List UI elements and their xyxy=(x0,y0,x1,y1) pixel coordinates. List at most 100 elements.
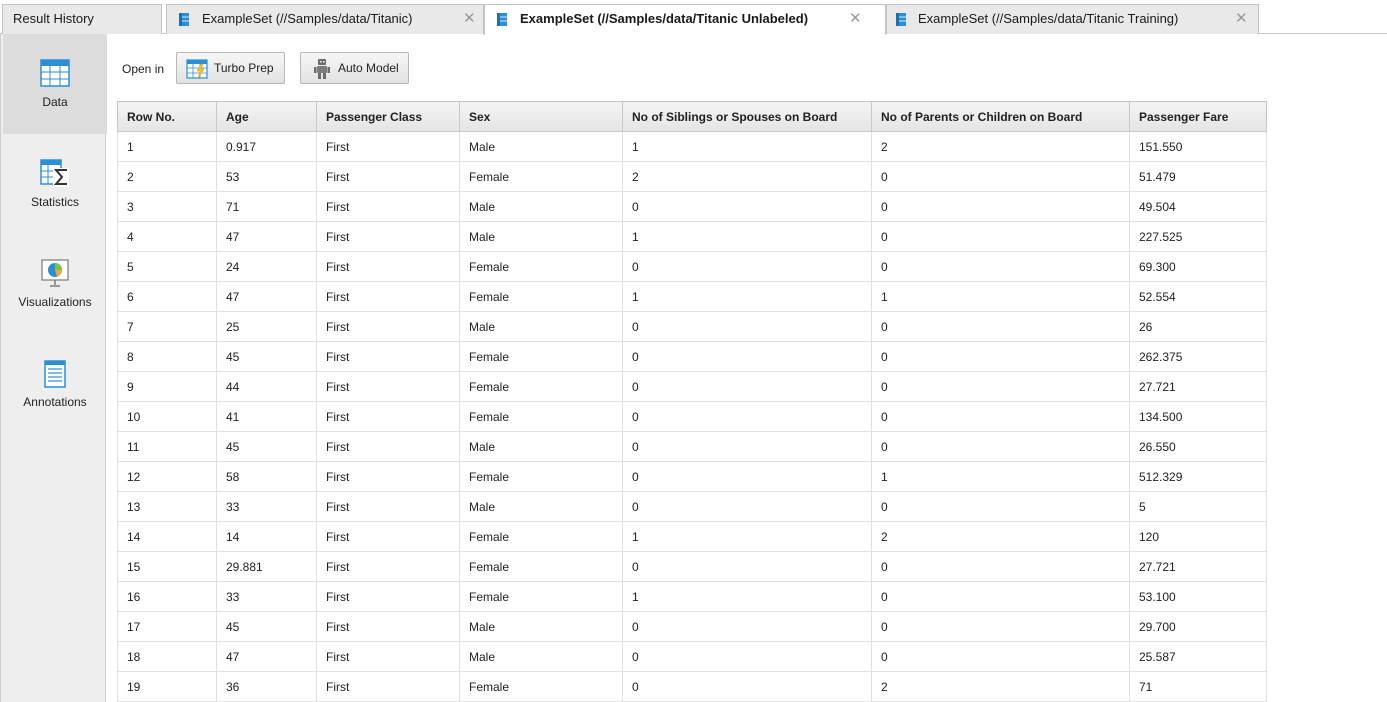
table-row[interactable]: 5 24 First Female 0 0 69.300 xyxy=(117,251,1267,282)
table-cell-parents-children: 0 xyxy=(871,641,1130,672)
column-header-siblings-spouses[interactable]: No of Siblings or Spouses on Board xyxy=(622,101,872,132)
table-cell-passenger-fare: 49.504 xyxy=(1129,191,1267,222)
table-cell-passenger-class: First xyxy=(316,431,460,462)
table-cell-parents-children: 0 xyxy=(871,371,1130,402)
table-cell-row-no: 11 xyxy=(117,431,217,462)
table-cell-passenger-class: First xyxy=(316,491,460,522)
tab-label: Result History xyxy=(13,11,94,26)
table-row[interactable]: 11 45 First Male 0 0 26.550 xyxy=(117,431,1267,462)
table-cell-sex: Female xyxy=(459,371,623,402)
column-header-row-no[interactable]: Row No. xyxy=(117,101,217,132)
table-cell-sex: Male xyxy=(459,491,623,522)
column-header-age[interactable]: Age xyxy=(216,101,317,132)
table-cell-passenger-fare: 27.721 xyxy=(1129,371,1267,402)
table-cell-sex: Male xyxy=(459,191,623,222)
table-cell-parents-children: 1 xyxy=(871,461,1130,492)
robot-icon xyxy=(314,59,330,79)
table-cell-row-no: 3 xyxy=(117,191,217,222)
table-cell-row-no: 14 xyxy=(117,521,217,552)
table-cell-parents-children: 0 xyxy=(871,311,1130,342)
table-row[interactable]: 10 41 First Female 0 0 134.500 xyxy=(117,401,1267,432)
column-header-passenger-fare[interactable]: Passenger Fare xyxy=(1129,101,1267,132)
table-cell-passenger-fare: 26 xyxy=(1129,311,1267,342)
table-cell-age: 33 xyxy=(216,491,317,522)
table-cell-age: 58 xyxy=(216,461,317,492)
table-cell-sex: Male xyxy=(459,131,623,162)
table-cell-sex: Male xyxy=(459,611,623,642)
table-row[interactable]: 1 0.917 First Male 1 2 151.550 xyxy=(117,131,1267,162)
tab-exampleset-titanic[interactable]: ExampleSet (//Samples/data/Titanic) ✕ xyxy=(166,4,484,34)
sidebar-item-statistics[interactable]: Statistics xyxy=(3,134,107,234)
table-cell-age: 41 xyxy=(216,401,317,432)
close-icon[interactable]: ✕ xyxy=(849,5,862,33)
table-cell-age: 53 xyxy=(216,161,317,192)
table-cell-parents-children: 0 xyxy=(871,611,1130,642)
table-cell-age: 71 xyxy=(216,191,317,222)
table-cell-passenger-class: First xyxy=(316,371,460,402)
table-cell-passenger-fare: 69.300 xyxy=(1129,251,1267,282)
sidebar-item-annotations[interactable]: Annotations xyxy=(3,334,107,434)
table-cell-sex: Female xyxy=(459,521,623,552)
table-cell-passenger-class: First xyxy=(316,671,460,702)
table-row[interactable]: 3 71 First Male 0 0 49.504 xyxy=(117,191,1267,222)
sidebar-item-label: Data xyxy=(42,95,68,109)
turbo-prep-button[interactable]: Turbo Prep xyxy=(176,52,285,84)
table-cell-age: 45 xyxy=(216,341,317,372)
table-cell-parents-children: 0 xyxy=(871,551,1130,582)
table-row[interactable]: 13 33 First Male 0 0 5 xyxy=(117,491,1267,522)
table-body: 1 0.917 First Male 1 2 151.550 2 53 First Female 2 0… xyxy=(117,131,1267,702)
table-row[interactable]: 14 14 First Female 1 2 120 xyxy=(117,521,1267,552)
tab-label: ExampleSet (//Samples/data/Titanic Unlab… xyxy=(520,11,809,26)
table-cell-parents-children: 1 xyxy=(871,281,1130,312)
close-icon[interactable]: ✕ xyxy=(463,5,476,33)
table-cell-row-no: 10 xyxy=(117,401,217,432)
table-cell-parents-children: 0 xyxy=(871,491,1130,522)
auto-model-button[interactable]: Auto Model xyxy=(300,52,409,84)
table-cell-parents-children: 0 xyxy=(871,221,1130,252)
table-cell-sex: Female xyxy=(459,251,623,282)
column-header-parents-children[interactable]: No of Parents or Children on Board xyxy=(871,101,1130,132)
table-cell-parents-children: 0 xyxy=(871,401,1130,432)
table-row[interactable]: 19 36 First Female 0 2 71 xyxy=(117,671,1267,702)
table-cell-age: 33 xyxy=(216,581,317,612)
column-header-passenger-class[interactable]: Passenger Class xyxy=(316,101,460,132)
table-header-row: Row No. Age Passenger Class Sex No of Siblin… xyxy=(117,101,1267,132)
table-row[interactable]: 6 47 First Female 1 1 52.554 xyxy=(117,281,1267,312)
table-cell-passenger-fare: 51.479 xyxy=(1129,161,1267,192)
sidebar-item-visualizations[interactable]: Visualizations xyxy=(3,234,107,334)
table-cell-passenger-class: First xyxy=(316,611,460,642)
close-icon[interactable]: ✕ xyxy=(1235,5,1248,33)
table-cell-passenger-fare: 151.550 xyxy=(1129,131,1267,162)
turbo-prep-icon xyxy=(186,59,208,80)
table-row[interactable]: 17 45 First Male 0 0 29.700 xyxy=(117,611,1267,642)
table-cell-parents-children: 0 xyxy=(871,251,1130,282)
tab-exampleset-titanic-unlabeled[interactable]: ExampleSet (//Samples/data/Titanic Unlab… xyxy=(484,4,886,35)
table-cell-sex: Female xyxy=(459,461,623,492)
table-cell-siblings-spouses: 0 xyxy=(622,311,872,342)
table-cell-passenger-fare: 134.500 xyxy=(1129,401,1267,432)
column-header-sex[interactable]: Sex xyxy=(459,101,623,132)
table-cell-siblings-spouses: 0 xyxy=(622,461,872,492)
data-table-icon xyxy=(40,59,70,87)
table-cell-parents-children: 2 xyxy=(871,131,1130,162)
table-row[interactable]: 15 29.881 First Female 0 0 27.721 xyxy=(117,551,1267,582)
table-row[interactable]: 9 44 First Female 0 0 27.721 xyxy=(117,371,1267,402)
table-row[interactable]: 18 47 First Male 0 0 25.587 xyxy=(117,641,1267,672)
table-row[interactable]: 7 25 First Male 0 0 26 xyxy=(117,311,1267,342)
table-row[interactable]: 8 45 First Female 0 0 262.375 xyxy=(117,341,1267,372)
tab-result-history[interactable]: Result History xyxy=(2,4,162,34)
table-cell-row-no: 9 xyxy=(117,371,217,402)
table-cell-siblings-spouses: 2 xyxy=(622,161,872,192)
tab-exampleset-titanic-training[interactable]: ExampleSet (//Samples/data/Titanic Train… xyxy=(886,4,1259,34)
table-row[interactable]: 2 53 First Female 2 0 51.479 xyxy=(117,161,1267,192)
open-in-label: Open in xyxy=(122,62,165,76)
table-cell-sex: Female xyxy=(459,161,623,192)
table-cell-siblings-spouses: 0 xyxy=(622,401,872,432)
table-row[interactable]: 16 33 First Female 1 0 53.100 xyxy=(117,581,1267,612)
table-row[interactable]: 4 47 First Male 1 0 227.525 xyxy=(117,221,1267,252)
table-row[interactable]: 12 58 First Female 0 1 512.329 xyxy=(117,461,1267,492)
table-cell-row-no: 15 xyxy=(117,551,217,582)
statistics-sigma-icon xyxy=(40,159,69,187)
sidebar-item-data[interactable]: Data xyxy=(3,34,107,134)
table-cell-passenger-fare: 27.721 xyxy=(1129,551,1267,582)
